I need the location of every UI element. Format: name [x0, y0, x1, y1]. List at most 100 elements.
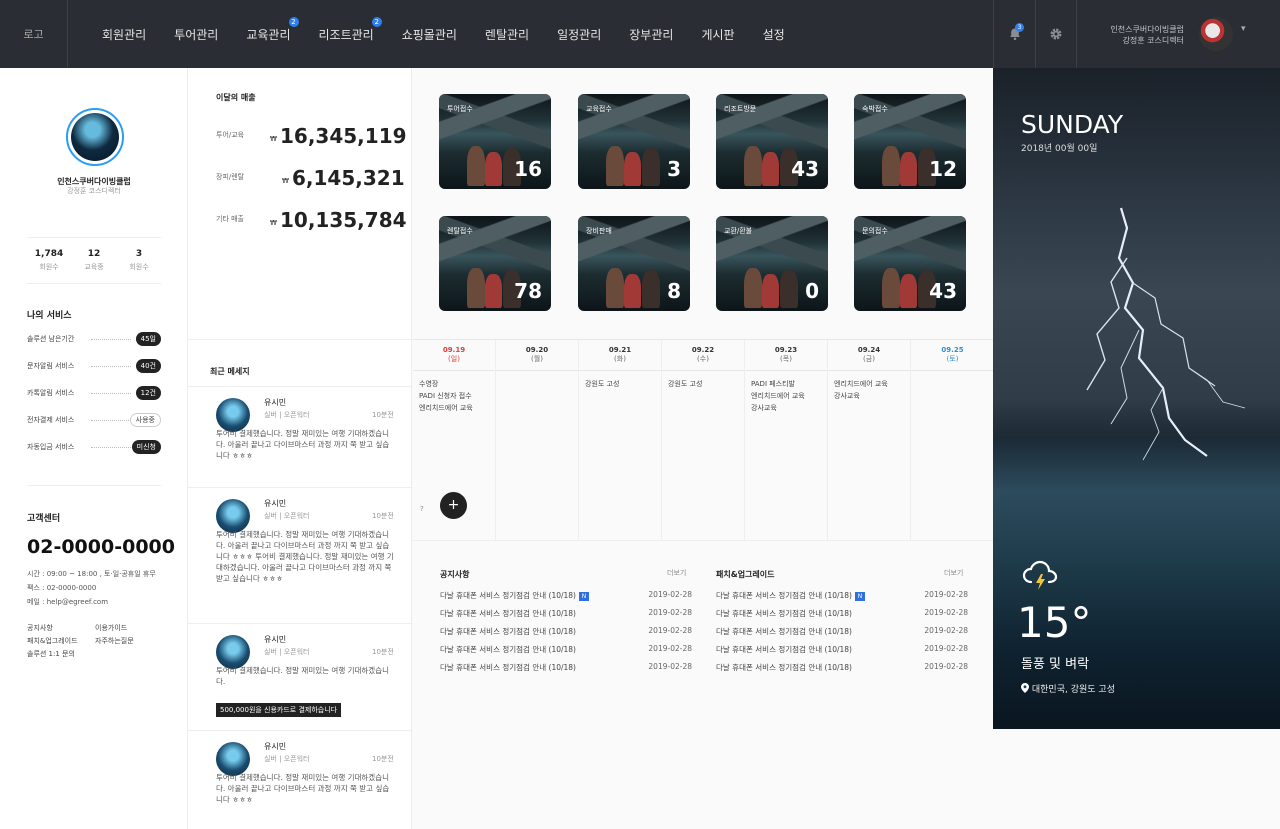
notices-row[interactable]: 다날 휴대폰 서비스 정기점검 안내 (10/18) 2019-02-28: [440, 608, 692, 620]
nav-item-2[interactable]: 교육관리 2: [246, 16, 299, 43]
calendar-date: 09.25: [941, 346, 964, 354]
profile-avatar: [66, 108, 124, 166]
calendar-event[interactable]: PADI 페스티발: [751, 378, 805, 390]
services-title: 나의 서비스: [27, 311, 72, 321]
calendar-events: 수영장 PADI 신청자 접수 엔리치드에어 교육: [419, 378, 473, 414]
nav-item-5[interactable]: 렌탈관리: [485, 26, 529, 43]
avatar[interactable]: [1199, 17, 1233, 51]
calendar-event[interactable]: 강사교육: [751, 402, 805, 414]
calendar-day[interactable]: 09.25 (토): [911, 340, 994, 540]
message-item[interactable]: 유시민 실버 | 오픈워터 10분전 투어비 결제했습니다. 정말 재미있는 여행 기…: [188, 730, 411, 829]
nav-item-7[interactable]: 장부관리: [629, 26, 673, 43]
nav-item-4[interactable]: 쇼핑몰관리: [402, 26, 457, 43]
card-figure: [606, 268, 624, 308]
calendar-event[interactable]: 강원도 고성: [585, 378, 619, 390]
patch-more-link[interactable]: 더보기: [944, 568, 963, 578]
logo[interactable]: 로고: [0, 0, 68, 68]
messages-title: 최근 메세지: [210, 367, 250, 376]
settings-button[interactable]: [1035, 0, 1076, 68]
user-menu[interactable]: 인천스쿠버다이빙클럽 강정훈 코스디렉터 ▾: [1076, 0, 1280, 68]
patch-title: 패치&업그레이드: [716, 570, 775, 579]
service-row: 솔루션 남은기간 45일: [27, 332, 161, 346]
link-notice[interactable]: 공지사항: [27, 623, 53, 633]
notice-more-link[interactable]: 더보기: [667, 568, 686, 578]
nav-item-3[interactable]: 리조트관리 2: [319, 16, 382, 43]
calendar-weekday: (화): [614, 355, 626, 363]
nav-item-9[interactable]: 설정: [763, 26, 785, 43]
notices-row[interactable]: 다날 휴대폰 서비스 정기점검 안내 (10/18) 2019-02-28: [440, 626, 692, 638]
summary-card[interactable]: 장비판매 8: [578, 216, 690, 311]
notices-row[interactable]: 다날 휴대폰 서비스 정기점검 안내 (10/18) 2019-02-28: [440, 644, 692, 656]
calendar-day-header: 09.22 (수): [662, 340, 744, 371]
card-title: 렌탈접수: [447, 227, 473, 235]
patches-row[interactable]: 다날 휴대폰 서비스 정기점검 안내 (10/18) 2019-02-28: [716, 626, 968, 638]
message-level: 실버 | 오픈워터: [264, 755, 310, 763]
nav-item-1[interactable]: 투어관리: [174, 26, 218, 43]
link-patch[interactable]: 패치&업그레이드: [27, 636, 78, 646]
calendar-event[interactable]: 엔리치드에어 교육: [834, 378, 888, 390]
summary-card[interactable]: 렌탈접수 78: [439, 216, 551, 311]
calendar-day-header: 09.19 (일): [413, 340, 495, 371]
message-item[interactable]: 유시민 실버 | 오픈워터 10분전 투어비 결제했습니다. 정말 재미있는 여행 기…: [188, 487, 411, 623]
support-hours: 시간 : 09:00 ~ 18:00 , 토·일·공휴일 휴무: [27, 570, 156, 578]
calendar-day[interactable]: 09.20 (월): [496, 340, 579, 540]
chevron-down-icon[interactable]: ▾: [1241, 24, 1246, 34]
summary-card[interactable]: 투어접수 16: [439, 94, 551, 189]
calendar-event[interactable]: 수영장: [419, 378, 473, 390]
card-figure: [882, 146, 900, 186]
nav-item-6[interactable]: 일정관리: [557, 26, 601, 43]
notification-button[interactable]: 3: [993, 0, 1035, 68]
link-inquiry[interactable]: 솔루션 1:1 문의: [27, 649, 75, 659]
calendar-event[interactable]: 엔리치드에어 교육: [751, 390, 805, 402]
card-figure: [762, 274, 779, 308]
message-body: 투어비 결제했습니다. 정말 재미있는 여행 기대하겠습니다. 아울러 끝나고 …: [216, 773, 390, 804]
calendar-day[interactable]: 09.21 (화) 강원도 고성: [579, 340, 662, 540]
support-phone: 02-0000-0000: [27, 536, 175, 558]
link-guide[interactable]: 이용가이드: [95, 623, 127, 633]
calendar-event[interactable]: 강사교육: [834, 390, 888, 402]
card-figure: [900, 274, 917, 308]
calendar-event[interactable]: 강원도 고성: [668, 378, 702, 390]
summary-card[interactable]: 숙박접수 12: [854, 94, 966, 189]
summary-card[interactable]: 교환/환불 0: [716, 216, 828, 311]
patches-row-title: 다날 휴대폰 서비스 정기점검 안내 (10/18): [716, 645, 852, 654]
notices-row-title: 다날 휴대폰 서비스 정기점검 안내 (10/18): [440, 663, 576, 672]
summary-card[interactable]: 리조트방문 43: [716, 94, 828, 189]
card-value: 16: [514, 157, 542, 181]
patches-row[interactable]: 다날 휴대폰 서비스 정기점검 안내 (10/18) 2019-02-28: [716, 662, 968, 674]
calendar-day[interactable]: 09.22 (수) 강원도 고성: [662, 340, 745, 540]
patches-row[interactable]: 다날 휴대폰 서비스 정기점검 안내 (10/18) N 2019-02-28: [716, 590, 968, 602]
message-sender: 유시민: [264, 499, 287, 508]
notices-row-date: 2019-02-28: [648, 644, 692, 653]
notices-row[interactable]: 다날 휴대폰 서비스 정기점검 안내 (10/18) N 2019-02-28: [440, 590, 692, 602]
avatar: [216, 398, 250, 432]
logo-text: 로고: [23, 28, 44, 41]
nav-item-8[interactable]: 게시판: [701, 26, 734, 43]
card-title: 교환/환불: [724, 227, 753, 235]
calendar-date: 09.20: [525, 346, 549, 354]
nav-item-0[interactable]: 회원관리: [102, 26, 146, 43]
scroll-hint: ?: [420, 505, 424, 513]
message-level: 실버 | 오픈워터: [264, 648, 310, 656]
patches-row[interactable]: 다날 휴대폰 서비스 정기점검 안내 (10/18) 2019-02-28: [716, 644, 968, 656]
calendar-event[interactable]: 엔리치드에어 교육: [419, 402, 473, 414]
message-item[interactable]: 유시민 실버 | 오픈워터 10분전 투어비 결제했습니다. 정말 재미있는 여행 기…: [188, 623, 411, 730]
calendar-day[interactable]: 09.23 (목) PADI 페스티발 엔리치드에어 교육 강사교육: [745, 340, 828, 540]
calendar-day[interactable]: 09.24 (금) 엔리치드에어 교육 강사교육: [828, 340, 911, 540]
summary-card[interactable]: 교육접수 3: [578, 94, 690, 189]
card-title: 장비판매: [586, 227, 612, 235]
service-label: 솔루션 남은기간: [27, 335, 75, 343]
link-faq[interactable]: 자주하는질문: [95, 636, 134, 646]
message-item[interactable]: 유시민 실버 | 오픈워터 10분전 투어비 결제했습니다. 정말 재미있는 여행 기…: [188, 386, 411, 487]
message-body: 투어비 결제했습니다. 정말 재미있는 여행 기대하겠습니다. 아울러 끝나고 …: [216, 530, 394, 583]
service-badge: 미신청: [131, 440, 161, 454]
support-email: 메일 : help@egreef.com: [27, 598, 109, 606]
card-value: 12: [929, 157, 957, 181]
add-schedule-button[interactable]: +: [440, 492, 467, 519]
calendar-event[interactable]: PADI 신청자 접수: [419, 390, 473, 402]
message-level: 실버 | 오픈워터: [264, 512, 310, 520]
currency-icon: ₩: [282, 177, 289, 185]
summary-card[interactable]: 문의접수 43: [854, 216, 966, 311]
patches-row[interactable]: 다날 휴대폰 서비스 정기점검 안내 (10/18) 2019-02-28: [716, 608, 968, 620]
notices-row[interactable]: 다날 휴대폰 서비스 정기점검 안내 (10/18) 2019-02-28: [440, 662, 692, 674]
